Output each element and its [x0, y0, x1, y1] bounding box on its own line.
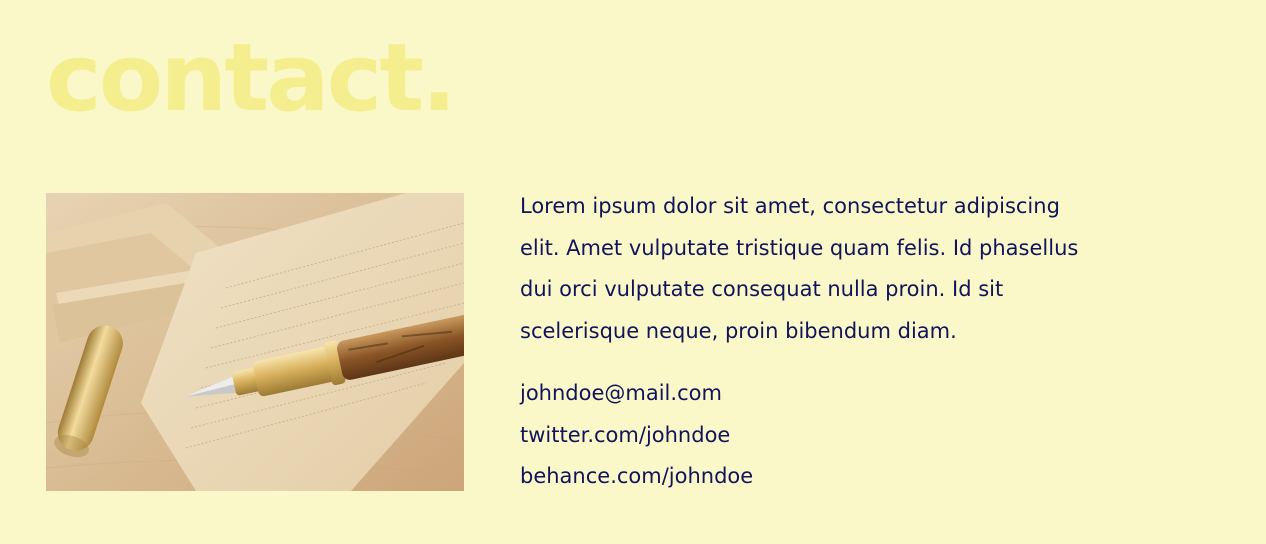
description-line: dui orci vulputate consequat nulla proin…: [520, 277, 1004, 301]
email-link[interactable]: johndoe@mail.com: [520, 373, 1160, 415]
contact-content: Lorem ipsum dolor sit amet, consectetur …: [520, 186, 1160, 498]
description-line: scelerisque neque, proin bibendum diam.: [520, 318, 957, 343]
contact-photo: [46, 193, 464, 491]
contact-links: johndoe@mail.com twitter.com/johndoe beh…: [520, 373, 1160, 498]
contact-description: Lorem ipsum dolor sit amet, consectetur …: [520, 186, 1160, 352]
behance-link[interactable]: behance.com/johndoe: [520, 456, 1160, 498]
description-line: Lorem ipsum dolor sit amet, consectetur …: [520, 194, 1060, 218]
twitter-link[interactable]: twitter.com/johndoe: [520, 415, 1160, 457]
section-title: contact.: [46, 24, 457, 133]
description-line: elit. Amet vulputate tristique quam feli…: [520, 235, 1079, 260]
